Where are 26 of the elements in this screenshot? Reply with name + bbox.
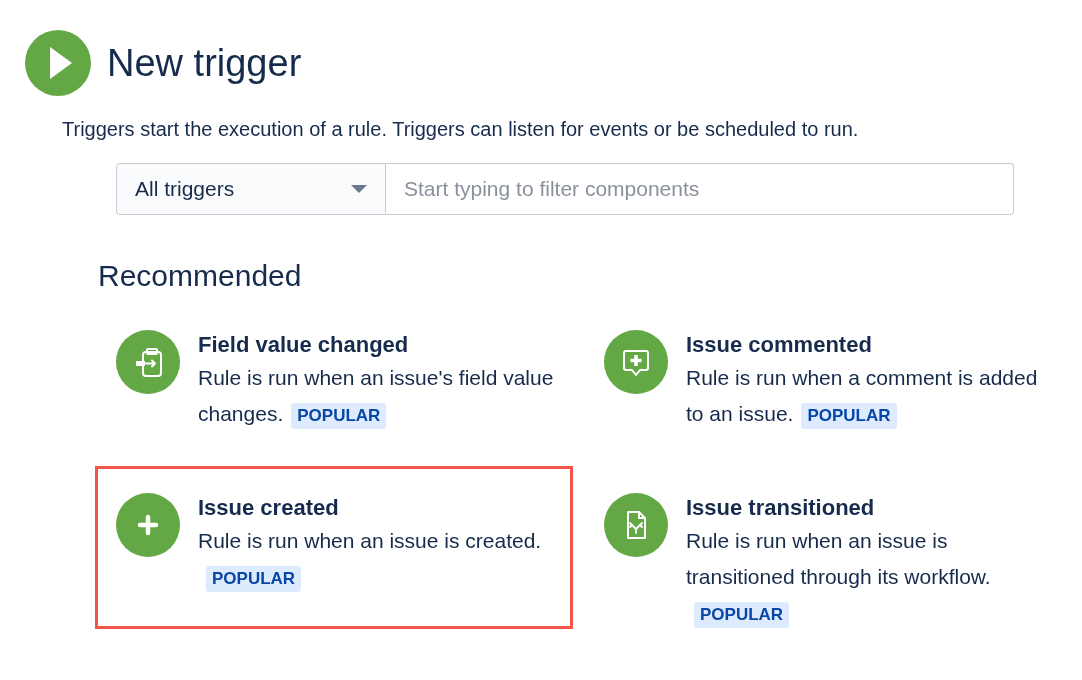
- trigger-title: Issue commented: [686, 331, 873, 359]
- trigger-description: Rule is run when a comment is added to an issue. POPULAR: [686, 360, 1058, 432]
- trigger-card[interactable]: Field value changed Rule is run when an issue's field value changes. POPULAR: [95, 303, 573, 466]
- plus-icon: [116, 493, 180, 557]
- trigger-description: Rule is run when an issue is transitioned through its workflow. POPULAR: [686, 523, 1058, 631]
- page-title: New trigger: [107, 41, 302, 85]
- play-icon: [25, 30, 91, 96]
- document-arrows-icon: [604, 493, 668, 557]
- trigger-select[interactable]: All triggers: [116, 163, 386, 215]
- trigger-title: Issue created: [198, 494, 340, 522]
- filter-field[interactable]: Start typing to filter components: [386, 163, 1014, 215]
- popular-badge: POPULAR: [291, 403, 387, 429]
- trigger-card[interactable]: Issue transitioned Rule is run when an issue is transitioned through its workflow. POPULAR: [583, 466, 1061, 629]
- trigger-description: Rule is run when an issue's field value changes. POPULAR: [198, 360, 570, 432]
- popular-badge: POPULAR: [801, 403, 897, 429]
- caret-icon: [351, 185, 367, 193]
- section-heading: Recommended: [98, 259, 303, 293]
- page-description: Triggers start the execution of a rule. Triggers can listen for events or be scheduled to run.: [62, 118, 860, 141]
- trigger-title: Field value changed: [198, 331, 410, 359]
- trigger-title: Issue transitioned: [686, 494, 876, 522]
- popular-badge: POPULAR: [694, 602, 790, 628]
- trigger-card[interactable]: Issue commented Rule is run when a comment is added to an issue. POPULAR: [583, 303, 1061, 466]
- trigger-card[interactable]: Issue created Rule is run when an issue is created. POPULAR: [95, 466, 573, 629]
- trigger-description: Rule is run when an issue is created. POPULAR: [198, 523, 570, 595]
- popular-badge: POPULAR: [206, 566, 302, 592]
- comment-plus-icon: [604, 330, 668, 394]
